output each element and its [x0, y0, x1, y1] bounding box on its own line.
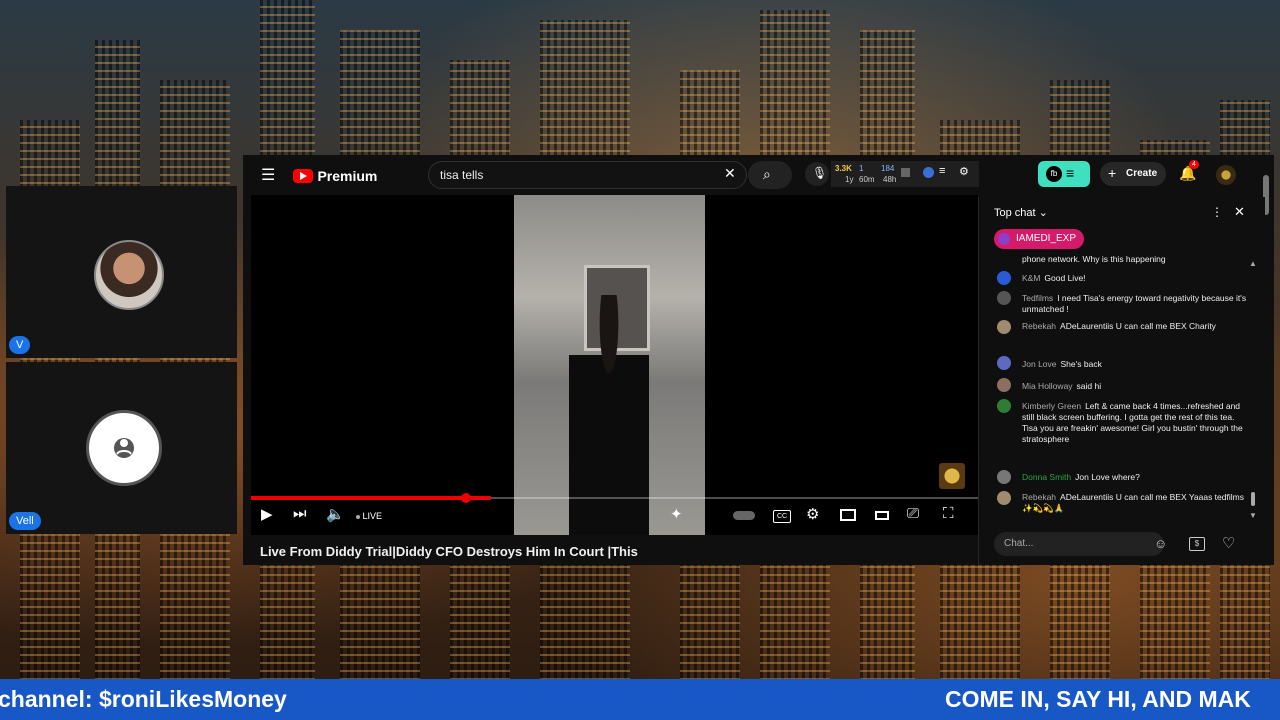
video-player[interactable] — [251, 195, 978, 535]
more-icon[interactable]: ⋮ — [1211, 205, 1223, 219]
search-icon: ⌕ — [763, 166, 771, 182]
chat-message: Rebekah ADeLaurentiis U can call me BEX C… — [1022, 321, 1216, 331]
chat-message: K&M Good Live! — [1022, 273, 1086, 283]
search-button[interactable]: ⌕ — [748, 161, 792, 189]
channel-watermark-icon[interactable] — [939, 463, 965, 489]
count3-age: 48h — [883, 175, 897, 184]
play-icon[interactable]: ▶ — [261, 505, 273, 523]
notifications-badge: 4 — [1189, 160, 1199, 169]
youtube-window: ☰ Premium tisa tells ✕ ⌕ 🎙 3.3K 1y 1 60m… — [243, 155, 1274, 565]
heart-icon[interactable]: ♡ — [1222, 534, 1235, 552]
live-indicator[interactable]: LIVE — [356, 511, 382, 521]
banner-left-text: channel: $roniLikesMoney — [0, 686, 287, 712]
views-count: 3.3K — [835, 164, 852, 173]
live-dot-icon — [356, 514, 360, 519]
account-avatar[interactable] — [1216, 165, 1236, 185]
scroll-down-icon[interactable]: ▼ — [1249, 511, 1257, 520]
scroll-up-icon[interactable]: ▲ — [1249, 259, 1257, 268]
participant-chip-vell: Vell — [9, 512, 41, 530]
live-label: LIVE — [362, 511, 383, 521]
likes-age: 60m — [859, 175, 875, 184]
mic-icon: 🎙 — [812, 166, 828, 180]
captions-icon[interactable]: CC — [773, 510, 791, 523]
participant-avatar — [94, 240, 164, 310]
autoplay-toggle[interactable] — [733, 511, 755, 520]
emoji-icon[interactable]: ☺ — [1154, 536, 1167, 551]
video-frame — [514, 195, 705, 535]
chat-message: Kimberly Green Left & came back 4 times..… — [1022, 401, 1243, 444]
chat-scrollbar[interactable] — [1251, 492, 1255, 506]
search-input[interactable]: tisa tells ✕ — [428, 161, 747, 189]
menu-icon[interactable]: ☰ — [261, 165, 275, 185]
live-chat: Top chat ⌄ ⋮ ✕ IAMEDI_EXP ▲ phone networ… — [978, 197, 1265, 565]
logo-text: Premium — [317, 167, 378, 184]
pinned-avatar — [998, 233, 1010, 245]
progress-played[interactable] — [251, 496, 491, 500]
user-icon — [86, 410, 162, 486]
youtube-topbar: ☰ Premium tisa tells ✕ ⌕ 🎙 3.3K 1y 1 60m… — [243, 155, 1274, 215]
pinned-chip[interactable]: IAMEDI_EXP — [994, 229, 1085, 249]
create-button[interactable]: + Create — [1100, 162, 1166, 186]
chat-avatar[interactable] — [997, 399, 1011, 413]
extension-icon[interactable] — [901, 168, 910, 177]
banner-right-text: COME IN, SAY HI, AND MAK — [945, 686, 1251, 712]
participant-tile-vell: Vell — [6, 362, 237, 534]
chat-message: Donna Smith Jon Love where? — [1022, 472, 1140, 482]
youtube-play-icon — [293, 168, 313, 183]
sparkle-icon[interactable]: ✦ — [670, 505, 683, 523]
count3: 184 — [881, 164, 895, 173]
video-person — [569, 295, 649, 535]
chat-message: Rebekah ADeLaurentiis U can call me BEX Y… — [1022, 492, 1244, 513]
create-label: Create — [1126, 168, 1158, 179]
chat-message: Tedfilms I need Tisa's energy toward nega… — [1022, 293, 1247, 314]
super-chat-icon[interactable]: $ — [1189, 537, 1205, 551]
menu-lines-icon: ≡ — [1066, 165, 1075, 181]
chat-input[interactable]: Chat... ☺ — [994, 532, 1167, 556]
chat-message: Mia Holloway said hi — [1022, 381, 1102, 391]
chat-message: phone network. Why is this happening — [1022, 254, 1166, 264]
youtube-logo[interactable]: Premium — [293, 167, 377, 185]
likes-count: 1 — [859, 164, 864, 173]
extension-button[interactable]: fb ≡ — [1038, 161, 1090, 187]
volume-icon[interactable]: 🔈 — [326, 505, 345, 523]
chat-avatar[interactable] — [997, 470, 1011, 484]
plus-icon: + — [1108, 165, 1117, 181]
chat-mode-label: Top chat — [994, 207, 1036, 219]
progress-thumb[interactable] — [461, 493, 471, 503]
chat-avatar[interactable] — [997, 491, 1011, 505]
mic-button[interactable]: 🎙 — [805, 162, 829, 186]
progress-track[interactable] — [491, 497, 981, 499]
next-icon[interactable]: ⏭ — [293, 505, 307, 522]
scrolling-banner: channel: $roniLikesMoney COME IN, SAY HI… — [0, 679, 1280, 720]
theater-icon[interactable] — [875, 511, 889, 520]
list-icon[interactable]: ≡ — [939, 165, 945, 177]
close-icon[interactable]: ✕ — [1234, 204, 1245, 220]
gear-icon[interactable]: ⚙ — [806, 505, 819, 523]
notifications-button[interactable]: 🔔 4 — [1179, 160, 1199, 183]
pinned-label: IAMEDI_EXP — [1016, 233, 1077, 244]
chat-avatar[interactable] — [997, 356, 1011, 370]
chevron-down-icon: ⌄ — [1038, 207, 1048, 219]
search-value: tisa tells — [440, 168, 484, 182]
chat-avatar[interactable] — [997, 291, 1011, 305]
extension-stats: 3.3K 1y 1 60m 184 48h ≡ ⚙ — [831, 161, 979, 187]
chat-message: Jon Love She's back — [1022, 359, 1102, 369]
views-age: 1y — [845, 175, 854, 184]
clear-icon[interactable]: ✕ — [724, 165, 736, 182]
chat-mode-selector[interactable]: Top chat ⌄ — [994, 206, 1048, 219]
participant-tile-v: V — [6, 186, 237, 358]
chat-avatar[interactable] — [997, 320, 1011, 334]
extension-g-icon[interactable] — [923, 167, 934, 178]
miniplayer-icon[interactable] — [840, 509, 856, 521]
fullscreen-icon[interactable]: ⛶ — [943, 505, 954, 522]
participant-chip-v: V — [9, 336, 31, 354]
chat-avatar[interactable] — [997, 271, 1011, 285]
cast-icon[interactable]: ⎚ — [907, 505, 919, 522]
chat-avatar[interactable] — [997, 378, 1011, 392]
video-title[interactable]: Live From Diddy Trial|Diddy CFO Destroys… — [260, 544, 638, 559]
extension-logo-icon: fb — [1046, 166, 1062, 182]
extension-puzzle-icon[interactable]: ⚙ — [959, 165, 969, 178]
